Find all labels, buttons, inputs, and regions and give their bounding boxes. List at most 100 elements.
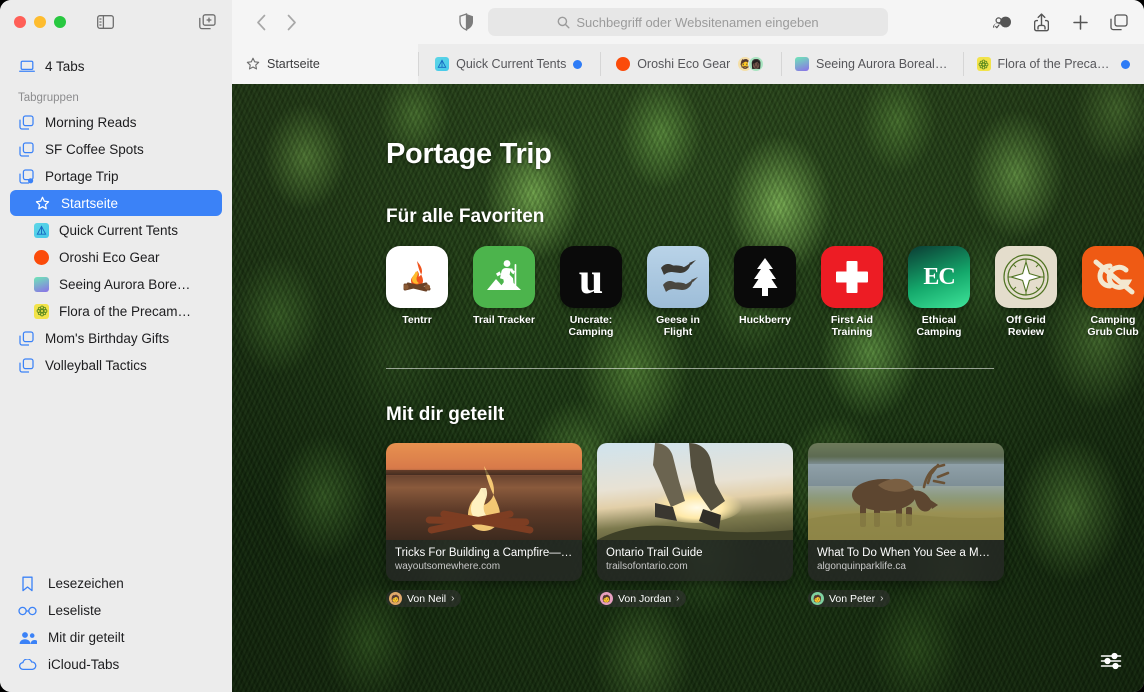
sidebar-item-moms-birthday-gifts[interactable]: Mom's Birthday Gifts — [10, 325, 222, 351]
shared-card-ontario-trail-guide[interactable]: Ontario Trail Guide trailsofontario.com … — [597, 443, 793, 607]
sidebar-item-icloud-tabs[interactable]: iCloud-Tabs — [0, 651, 232, 678]
favorite-tentrr[interactable]: Tentrr — [386, 246, 448, 338]
sidebar-item-oroshi-eco-gear[interactable]: Oroshi Eco Gear — [10, 244, 222, 270]
byline-label: Von Neil — [407, 592, 447, 605]
traffic-lights — [14, 16, 66, 28]
tab-oroshi-eco-gear[interactable]: Oroshi Eco Gear 🧔 👩🏿 — [599, 44, 781, 84]
sidebar-scroll[interactable]: 4 Tabs Tabgruppen Morning Reads SF Coffe… — [0, 44, 232, 570]
red-cross-icon — [821, 246, 883, 308]
favorite-camping-grub-club[interactable]: Camping Grub Club — [1082, 246, 1144, 338]
byline-label: Von Jordan — [618, 592, 672, 605]
new-tab-icon[interactable] — [1069, 11, 1091, 33]
sidebar-toggle-icon[interactable] — [94, 11, 116, 33]
sidebar-item-volleyball-tactics[interactable]: Volleyball Tactics — [10, 352, 222, 378]
minimize-button[interactable] — [34, 16, 46, 28]
favicon-aurora — [795, 57, 809, 71]
card-url: algonquinparklife.ca — [817, 561, 906, 572]
tab-label: Quick Current Tents — [456, 57, 567, 71]
all-tabs-label: 4 Tabs — [45, 58, 85, 74]
share-icon[interactable] — [1030, 11, 1052, 33]
sidebar-item-label: Flora of the Precam… — [59, 303, 192, 319]
sidebar-footer: Lesezeichen Leseliste Mit dir geteilt iC… — [0, 570, 232, 692]
new-tab-group-icon[interactable] — [196, 11, 218, 33]
favorite-off-grid-review[interactable]: Off Grid Review — [995, 246, 1057, 338]
card-byline[interactable]: 🧑 Von Jordan › — [597, 590, 687, 607]
sidebar-item-quick-current-tents[interactable]: Quick Current Tents — [10, 217, 222, 243]
favorite-geese-in-flight[interactable]: Geese in Flight — [647, 246, 709, 338]
favorites-heading: Für alle Favoriten — [386, 206, 545, 227]
sidebar-item-leseliste[interactable]: Leseliste — [0, 597, 232, 624]
sidebar-item-label: Morning Reads — [45, 114, 137, 130]
favorite-uncrate-camping[interactable]: u Uncrate: Camping — [560, 246, 622, 338]
card-byline[interactable]: 🧑 Von Peter › — [808, 590, 891, 607]
unread-indicator — [1121, 59, 1130, 69]
shared-with-you-icon — [18, 628, 37, 647]
sidebar-item-startseite[interactable]: Startseite — [10, 190, 222, 216]
favorite-label: Huckberry — [739, 314, 791, 326]
toolbar-right-group — [991, 11, 1130, 33]
tab-overview-icon[interactable] — [1108, 11, 1130, 33]
letters-ec-icon: EC — [908, 246, 970, 308]
tab-participants: 🧔 👩🏿 — [737, 56, 765, 72]
forward-button[interactable] — [276, 9, 306, 35]
cloud-icon — [18, 655, 37, 674]
favorite-first-aid-training[interactable]: First Aid Training — [821, 246, 883, 338]
sidebar-item-seeing-aurora-borealis[interactable]: Seeing Aurora Bore… — [10, 271, 222, 297]
card-title: What To Do When You See a Moo… — [817, 547, 995, 559]
favorite-ethical-camping[interactable]: EC Ethical Camping — [908, 246, 970, 338]
sliders-icon[interactable] — [1096, 646, 1126, 676]
tab-label: Seeing Aurora Boreali… — [816, 57, 949, 71]
favorite-label: Geese in Flight — [656, 314, 700, 338]
sidebar: 4 Tabs Tabgruppen Morning Reads SF Coffe… — [0, 0, 232, 692]
sidebar-item-label: Oroshi Eco Gear — [59, 249, 160, 265]
sidebar-item-label: Lesezeichen — [48, 576, 124, 591]
sidebar-item-all-tabs[interactable]: 4 Tabs — [10, 53, 222, 79]
laptop-icon — [18, 58, 35, 75]
sidebar-item-mit-dir-geteilt[interactable]: Mit dir geteilt — [0, 624, 232, 651]
favicon-flora — [976, 57, 991, 71]
tab-quick-current-tents[interactable]: Quick Current Tents — [418, 44, 600, 84]
favorite-label: Trail Tracker — [473, 314, 535, 326]
bookmark-icon — [18, 574, 37, 593]
back-button[interactable] — [246, 9, 276, 35]
tab-flora-of-the-precambrian[interactable]: Flora of the Precambi… — [962, 44, 1144, 84]
favorite-huckberry[interactable]: Huckberry — [734, 246, 796, 338]
shared-card-moose[interactable]: What To Do When You See a Moo… algonquin… — [808, 443, 1004, 607]
sidebar-item-label: Volleyball Tactics — [45, 357, 147, 373]
shared-with-you-cards: Tricks For Building a Campfire—F… wayout… — [386, 443, 1144, 607]
safari-window: 4 Tabs Tabgruppen Morning Reads SF Coffe… — [0, 0, 1144, 692]
sidebar-item-label: Seeing Aurora Bore… — [59, 276, 191, 292]
chevron-right-icon: › — [451, 593, 455, 604]
sidebar-item-sf-coffee-spots[interactable]: SF Coffee Spots — [10, 136, 222, 162]
tab-group-icon — [18, 330, 35, 347]
address-search-field[interactable]: Suchbegriff oder Websitenamen eingeben — [488, 8, 888, 36]
star-icon — [34, 195, 51, 212]
favorite-label: First Aid Training — [830, 314, 874, 338]
sidebar-item-label: SF Coffee Spots — [45, 141, 144, 157]
sidebar-item-flora-of-the-precambrian[interactable]: Flora of the Precam… — [10, 298, 222, 324]
card-title: Ontario Trail Guide — [606, 547, 703, 559]
sidebar-item-portage-trip[interactable]: Portage Trip — [10, 163, 222, 189]
zoom-button[interactable] — [54, 16, 66, 28]
tab-group-icon — [18, 141, 35, 158]
unread-indicator — [573, 59, 583, 69]
tab-seeing-aurora-borealis[interactable]: Seeing Aurora Boreali… — [781, 44, 963, 84]
shield-icon[interactable] — [452, 9, 480, 35]
tab-startseite[interactable]: Startseite — [232, 44, 418, 84]
moose-grazing-by-lake-photo — [808, 443, 1004, 540]
sidebar-item-label: Mit dir geteilt — [48, 630, 125, 645]
close-button[interactable] — [14, 16, 26, 28]
letters-cg-icon — [1082, 246, 1144, 308]
favorite-trail-tracker[interactable]: Trail Tracker — [473, 246, 535, 338]
card-title: Tricks For Building a Campfire—F… — [395, 547, 573, 559]
sidebar-titlebar — [0, 0, 232, 44]
card-byline[interactable]: 🧑 Von Neil › — [386, 590, 462, 607]
letter-u-icon: u — [560, 246, 622, 308]
share-group-icon[interactable] — [991, 11, 1013, 33]
sidebar-item-morning-reads[interactable]: Morning Reads — [10, 109, 222, 135]
card-url: trailsofontario.com — [606, 561, 688, 572]
shared-card-campfire[interactable]: Tricks For Building a Campfire—F… wayout… — [386, 443, 582, 607]
sidebar-item-lesezeichen[interactable]: Lesezeichen — [0, 570, 232, 597]
sidebar-item-label: Portage Trip — [45, 168, 119, 184]
tab-group-icon — [18, 114, 35, 131]
